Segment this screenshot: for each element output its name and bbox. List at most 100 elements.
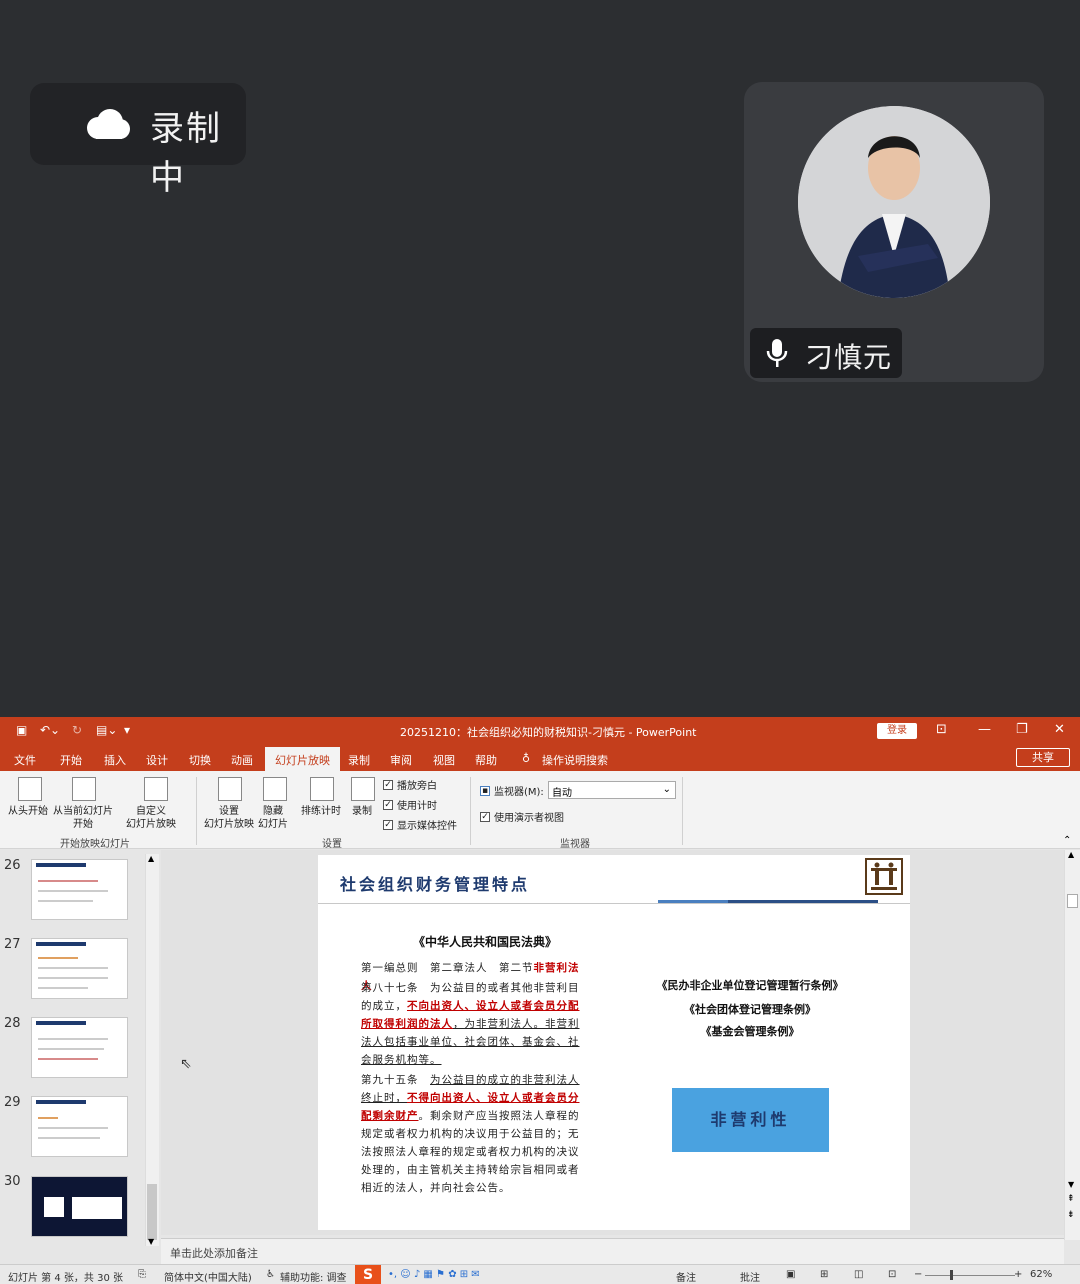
lightbulb-icon: ♁: [522, 752, 531, 765]
thumbnail-number: 29: [4, 1095, 21, 1110]
group-setup: 设置: [322, 839, 342, 850]
redo-icon[interactable]: ↻: [72, 723, 82, 737]
recording-label: 录制中: [150, 109, 222, 198]
monitor-select[interactable]: 自动 ⌄: [548, 781, 676, 799]
accessibility-status[interactable]: 辅助功能: 调查: [280, 1269, 347, 1284]
ime-toolbar-icons[interactable]: •, ☺ ♪ ▦ ⚑ ✿ ⊞ ✉: [388, 1269, 480, 1280]
slide-sorter-icon[interactable]: ⊞: [820, 1269, 828, 1280]
rehearse-timings-button[interactable]: 排练计时: [301, 805, 341, 818]
reading-view-icon[interactable]: ◫: [854, 1269, 863, 1280]
customize-toolbar-icon[interactable]: ▾: [124, 723, 130, 737]
record-button[interactable]: 录制: [352, 805, 372, 818]
thumbnail-number: 27: [4, 937, 21, 952]
organization-logo: [865, 858, 903, 895]
tab-slide-show[interactable]: 幻灯片放映: [265, 747, 340, 771]
collapse-ribbon-icon[interactable]: ⌃: [1063, 835, 1071, 846]
slide-thumbnail[interactable]: [31, 938, 128, 999]
non-profit-box: 非营利性: [672, 1088, 829, 1152]
use-timings-checkbox[interactable]: ✓ 使用计时: [383, 797, 437, 812]
ribbon-separator: [682, 777, 683, 845]
zoom-level[interactable]: 62%: [1030, 1269, 1052, 1280]
spelling-icon[interactable]: ⎘: [138, 1269, 146, 1280]
slide-thumbnail[interactable]: [31, 1096, 128, 1157]
thumbnails-scrollbar[interactable]: ▲ ▼: [145, 854, 159, 1246]
previous-slide-icon: ⇞: [1067, 1194, 1075, 1204]
notes-pane[interactable]: 单击此处添加备注: [161, 1238, 1064, 1264]
microphone-icon: [766, 339, 788, 367]
slide-thumbnail[interactable]: [31, 859, 128, 920]
presenter-avatar: [798, 106, 990, 298]
thumbnail-number: 30: [4, 1174, 21, 1189]
normal-view-icon[interactable]: ▣: [786, 1269, 795, 1280]
tab-record[interactable]: 录制: [348, 752, 370, 768]
language-indicator[interactable]: 简体中文(中国大陆): [164, 1269, 252, 1284]
tab-design[interactable]: 设计: [146, 752, 168, 768]
tab-transitions[interactable]: 切换: [189, 752, 211, 768]
slide-thumbnail[interactable]: [31, 1176, 128, 1237]
record-icon: [351, 777, 375, 801]
monitor-label: ▪ 监视器(M):: [480, 785, 544, 798]
current-slide[interactable]: 社会组织财务管理特点 《中华人民共和国民法典》 第一编总则 第二章法人 第二节非…: [318, 855, 910, 1230]
window-title: 20251210：社会组织必知的财税知识-刁慎元 - PowerPoint: [400, 726, 697, 739]
tab-review[interactable]: 审阅: [390, 752, 412, 768]
from-start-button[interactable]: 从头开始: [8, 805, 48, 818]
presenter-video-tile[interactable]: 刁慎元: [744, 82, 1044, 382]
screen: 录制中 刁慎元 ▣ ↶⌄ ↻ ▤⌄ ▾ 20251210：社会组织必知的财税知识…: [0, 0, 1080, 1284]
tab-file[interactable]: 文件: [14, 752, 36, 768]
restore-icon[interactable]: ❐: [1016, 722, 1028, 737]
recording-badge: 录制中: [30, 83, 246, 198]
show-media-controls-checkbox[interactable]: ✓ 显示媒体控件: [383, 817, 457, 832]
custom-show-button[interactable]: 自定义 幻灯片放映: [126, 805, 176, 831]
slide-thumbnail[interactable]: [31, 1017, 128, 1078]
article-87: 第八十七条 为公益目的或者其他非营利目的成立，不向出资人、设立人或者会员分配所取…: [361, 982, 580, 1066]
presenter-view-checkbox[interactable]: ✓ 使用演示者视图: [480, 809, 564, 824]
slideshow-view-icon[interactable]: ⊡: [888, 1269, 896, 1280]
slide-counter: 幻灯片 第 4 张，共 30 张: [8, 1273, 123, 1284]
ribbon-separator: [196, 777, 197, 845]
tab-insert[interactable]: 插入: [104, 752, 126, 768]
comments-toggle[interactable]: 批注: [740, 1269, 760, 1284]
input-method-icon[interactable]: S: [355, 1265, 381, 1284]
rehearse-timings-icon: [310, 777, 334, 801]
slide-editing-area: 社会组织财务管理特点 《中华人民共和国民法典》 第一编总则 第二章法人 第二节非…: [161, 850, 1064, 1235]
start-show-icon[interactable]: ▤⌄: [96, 723, 117, 737]
from-current-button[interactable]: 从当前幻灯片 开始: [53, 805, 113, 831]
thumbnail-number: 26: [4, 858, 21, 873]
play-narrations-checkbox[interactable]: ✓ 播放旁白: [383, 777, 437, 792]
slide-scrollbar[interactable]: ▲ ▼ ⇞ ⇟: [1064, 850, 1080, 1240]
zoom-in-button[interactable]: +: [1014, 1269, 1022, 1280]
login-button[interactable]: 登录: [877, 723, 917, 739]
tab-animations[interactable]: 动画: [231, 752, 253, 768]
regulation-3: 《基金会管理条例》: [700, 1025, 800, 1038]
tell-me-search[interactable]: 操作说明搜索: [542, 752, 608, 768]
zoom-slider-thumb[interactable]: [950, 1270, 953, 1280]
regulation-1: 《民办非企业单位登记管理暂行条例》: [656, 979, 844, 992]
tab-help[interactable]: 帮助: [475, 752, 497, 768]
ribbon: 从头开始 从当前幻灯片 开始 自定义 幻灯片放映 开始放映幻灯片 设置 幻灯片放…: [0, 771, 1080, 850]
group-monitors: 监视器: [560, 839, 590, 850]
tab-home[interactable]: 开始: [60, 752, 82, 768]
accessibility-icon[interactable]: ♿: [266, 1269, 275, 1280]
slide-thumbnails-pane: 26 27 28 29 30: [0, 850, 160, 1251]
zoom-out-button[interactable]: −: [914, 1269, 922, 1280]
undo-icon[interactable]: ↶⌄: [40, 723, 60, 737]
hide-slide-button[interactable]: 隐藏 幻灯片: [258, 805, 288, 831]
save-icon[interactable]: ▣: [16, 723, 27, 737]
civil-code-title: 《中华人民共和国民法典》: [413, 935, 558, 949]
tab-view[interactable]: 视图: [433, 752, 455, 768]
hide-slide-icon: [263, 777, 287, 801]
minimize-icon[interactable]: —: [978, 722, 991, 737]
regulation-2: 《社会团体登记管理条例》: [684, 1003, 816, 1016]
ribbon-display-icon[interactable]: ⊡: [936, 722, 947, 737]
play-from-current-icon: [72, 777, 96, 801]
ribbon-separator: [470, 777, 471, 845]
qr-code-image: [44, 1197, 64, 1217]
play-from-start-icon: [18, 777, 42, 801]
notes-toggle[interactable]: 备注: [676, 1269, 696, 1284]
setup-show-button[interactable]: 设置 幻灯片放映: [204, 805, 254, 831]
zoom-slider[interactable]: [925, 1275, 1015, 1276]
share-button[interactable]: 共享: [1016, 748, 1070, 767]
cloud-icon: [87, 109, 130, 139]
status-bar: 幻灯片 第 4 张，共 30 张 ⎘ 简体中文(中国大陆) ♿ 辅助功能: 调查…: [0, 1264, 1080, 1284]
close-icon[interactable]: ✕: [1054, 722, 1065, 737]
